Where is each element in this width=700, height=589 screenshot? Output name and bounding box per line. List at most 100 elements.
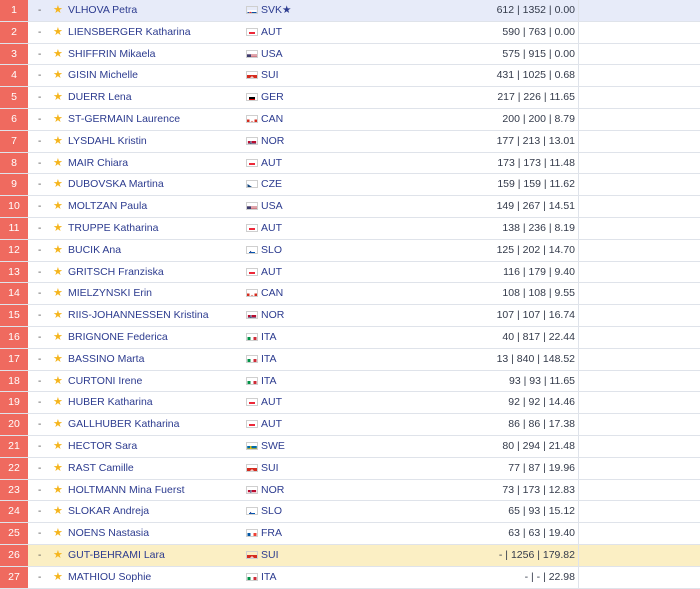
- athlete-name-link[interactable]: VLHOVA Petra: [68, 0, 137, 21]
- athlete-name-link[interactable]: MIELZYNSKI Erin: [68, 283, 152, 304]
- column-divider: [578, 131, 579, 152]
- athlete-name-link[interactable]: HOLTMANN Mina Fuerst: [68, 480, 185, 501]
- star-icon[interactable]: ★: [53, 414, 63, 435]
- flag-icon: [246, 180, 258, 188]
- table-row[interactable]: 13-★GRITSCH FranziskaAUT116 | 179 | 9.40: [0, 262, 700, 284]
- athlete-name-link[interactable]: BASSINO Marta: [68, 349, 144, 370]
- flag-icon: [246, 507, 258, 515]
- star-icon[interactable]: ★: [53, 218, 63, 239]
- table-row[interactable]: 21-★HECTOR SaraSWE80 | 294 | 21.48: [0, 436, 700, 458]
- table-row[interactable]: 3-★SHIFFRIN MikaelaUSA575 | 915 | 0.00: [0, 44, 700, 66]
- athlete-name-link[interactable]: MOLTZAN Paula: [68, 196, 147, 217]
- column-divider: [578, 480, 579, 501]
- table-row[interactable]: 24-★SLOKAR AndrejaSLO65 | 93 | 15.12: [0, 501, 700, 523]
- rank-cell: 13: [0, 262, 28, 283]
- column-divider: [578, 414, 579, 435]
- star-icon[interactable]: ★: [53, 109, 63, 130]
- table-row[interactable]: 10-★MOLTZAN PaulaUSA149 | 267 | 14.51: [0, 196, 700, 218]
- star-icon[interactable]: ★: [53, 305, 63, 326]
- table-row[interactable]: 9-★DUBOVSKA MartinaCZE159 | 159 | 11.62: [0, 174, 700, 196]
- table-row[interactable]: 20-★GALLHUBER KatharinaAUT86 | 86 | 17.3…: [0, 414, 700, 436]
- athlete-name-link[interactable]: GISIN Michelle: [68, 65, 138, 86]
- table-row[interactable]: 26-★GUT-BEHRAMI LaraSUI- | 1256 | 179.82: [0, 545, 700, 567]
- rank-change: -: [38, 523, 41, 544]
- star-icon[interactable]: ★: [53, 480, 63, 501]
- table-row[interactable]: 27-★MATHIOU SophieITA- | - | 22.98: [0, 567, 700, 589]
- star-icon[interactable]: ★: [53, 240, 63, 261]
- athlete-name-link[interactable]: SLOKAR Andreja: [68, 501, 149, 522]
- athlete-name-link[interactable]: TRUPPE Katharina: [68, 218, 158, 239]
- star-icon[interactable]: ★: [53, 87, 63, 108]
- athlete-name-link[interactable]: BUCIK Ana: [68, 240, 121, 261]
- nation-code: USA: [261, 196, 283, 217]
- athlete-name-link[interactable]: LIENSBERGER Katharina: [68, 22, 191, 43]
- star-icon[interactable]: ★: [53, 436, 63, 457]
- star-icon[interactable]: ★: [53, 545, 63, 566]
- table-row[interactable]: 4-★GISIN MichelleSUI431 | 1025 | 0.68: [0, 65, 700, 87]
- athlete-name-link[interactable]: HUBER Katharina: [68, 392, 153, 413]
- rank-change: -: [38, 305, 41, 326]
- star-icon[interactable]: ★: [53, 44, 63, 65]
- star-icon[interactable]: ★: [53, 196, 63, 217]
- athlete-name-link[interactable]: RAST Camille: [68, 458, 134, 479]
- table-row[interactable]: 1-★VLHOVA PetraSVK★612 | 1352 | 0.00: [0, 0, 700, 22]
- rank-cell: 17: [0, 349, 28, 370]
- table-row[interactable]: 18-★CURTONI IreneITA93 | 93 | 11.65: [0, 371, 700, 393]
- rank-cell: 3: [0, 44, 28, 65]
- athlete-name-link[interactable]: MATHIOU Sophie: [68, 567, 151, 588]
- athlete-name-link[interactable]: SHIFFRIN Mikaela: [68, 44, 156, 65]
- star-icon[interactable]: ★: [53, 458, 63, 479]
- column-divider: [578, 283, 579, 304]
- athlete-name-link[interactable]: NOENS Nastasia: [68, 523, 149, 544]
- athlete-name-link[interactable]: BRIGNONE Federica: [68, 327, 168, 348]
- table-row[interactable]: 6-★ST-GERMAIN LaurenceCAN200 | 200 | 8.7…: [0, 109, 700, 131]
- athlete-name-link[interactable]: LYSDAHL Kristin: [68, 131, 147, 152]
- star-icon[interactable]: ★: [53, 174, 63, 195]
- star-icon[interactable]: ★: [53, 523, 63, 544]
- column-divider: [578, 0, 579, 21]
- table-row[interactable]: 25-★NOENS NastasiaFRA63 | 63 | 19.40: [0, 523, 700, 545]
- table-row[interactable]: 12-★BUCIK AnaSLO125 | 202 | 14.70: [0, 240, 700, 262]
- table-row[interactable]: 11-★TRUPPE KatharinaAUT138 | 236 | 8.19: [0, 218, 700, 240]
- athlete-name-link[interactable]: GRITSCH Franziska: [68, 262, 164, 283]
- athlete-name-link[interactable]: DUERR Lena: [68, 87, 132, 108]
- athlete-name-link[interactable]: RIIS-JOHANNESSEN Kristina: [68, 305, 209, 326]
- table-row[interactable]: 8-★MAIR ChiaraAUT173 | 173 | 11.48: [0, 153, 700, 175]
- table-row[interactable]: 14-★MIELZYNSKI ErinCAN108 | 108 | 9.55: [0, 283, 700, 305]
- athlete-name-link[interactable]: DUBOVSKA Martina: [68, 174, 164, 195]
- star-icon[interactable]: ★: [53, 349, 63, 370]
- athlete-name-link[interactable]: CURTONI Irene: [68, 371, 142, 392]
- table-row[interactable]: 2-★LIENSBERGER KatharinaAUT590 | 763 | 0…: [0, 22, 700, 44]
- rank-cell: 2: [0, 22, 28, 43]
- rank-change: -: [38, 218, 41, 239]
- athlete-name-link[interactable]: HECTOR Sara: [68, 436, 137, 457]
- table-row[interactable]: 22-★RAST CamilleSUI77 | 87 | 19.96: [0, 458, 700, 480]
- star-icon[interactable]: ★: [53, 283, 63, 304]
- table-row[interactable]: 17-★BASSINO MartaITA13 | 840 | 148.52: [0, 349, 700, 371]
- athlete-name-link[interactable]: ST-GERMAIN Laurence: [68, 109, 180, 130]
- star-icon[interactable]: ★: [53, 153, 63, 174]
- rank-cell: 11: [0, 218, 28, 239]
- table-row[interactable]: 7-★LYSDAHL KristinNOR177 | 213 | 13.01: [0, 131, 700, 153]
- table-row[interactable]: 5-★DUERR LenaGER217 | 226 | 11.65: [0, 87, 700, 109]
- table-row[interactable]: 19-★HUBER KatharinaAUT92 | 92 | 14.46: [0, 392, 700, 414]
- column-divider: [578, 109, 579, 130]
- star-icon[interactable]: ★: [53, 22, 63, 43]
- star-icon[interactable]: ★: [53, 567, 63, 588]
- star-icon[interactable]: ★: [53, 65, 63, 86]
- star-icon[interactable]: ★: [53, 131, 63, 152]
- table-row[interactable]: 23-★HOLTMANN Mina FuerstNOR73 | 173 | 12…: [0, 480, 700, 502]
- star-icon[interactable]: ★: [53, 327, 63, 348]
- nation-code: NOR: [261, 305, 284, 326]
- star-icon[interactable]: ★: [53, 501, 63, 522]
- table-row[interactable]: 16-★BRIGNONE FedericaITA40 | 817 | 22.44: [0, 327, 700, 349]
- athlete-name-link[interactable]: GALLHUBER Katharina: [68, 414, 179, 435]
- star-icon[interactable]: ★: [53, 392, 63, 413]
- table-row[interactable]: 15-★RIIS-JOHANNESSEN KristinaNOR107 | 10…: [0, 305, 700, 327]
- star-icon[interactable]: ★: [53, 0, 63, 21]
- rank-cell: 12: [0, 240, 28, 261]
- star-icon[interactable]: ★: [53, 262, 63, 283]
- athlete-name-link[interactable]: MAIR Chiara: [68, 153, 128, 174]
- star-icon[interactable]: ★: [53, 371, 63, 392]
- athlete-name-link[interactable]: GUT-BEHRAMI Lara: [68, 545, 165, 566]
